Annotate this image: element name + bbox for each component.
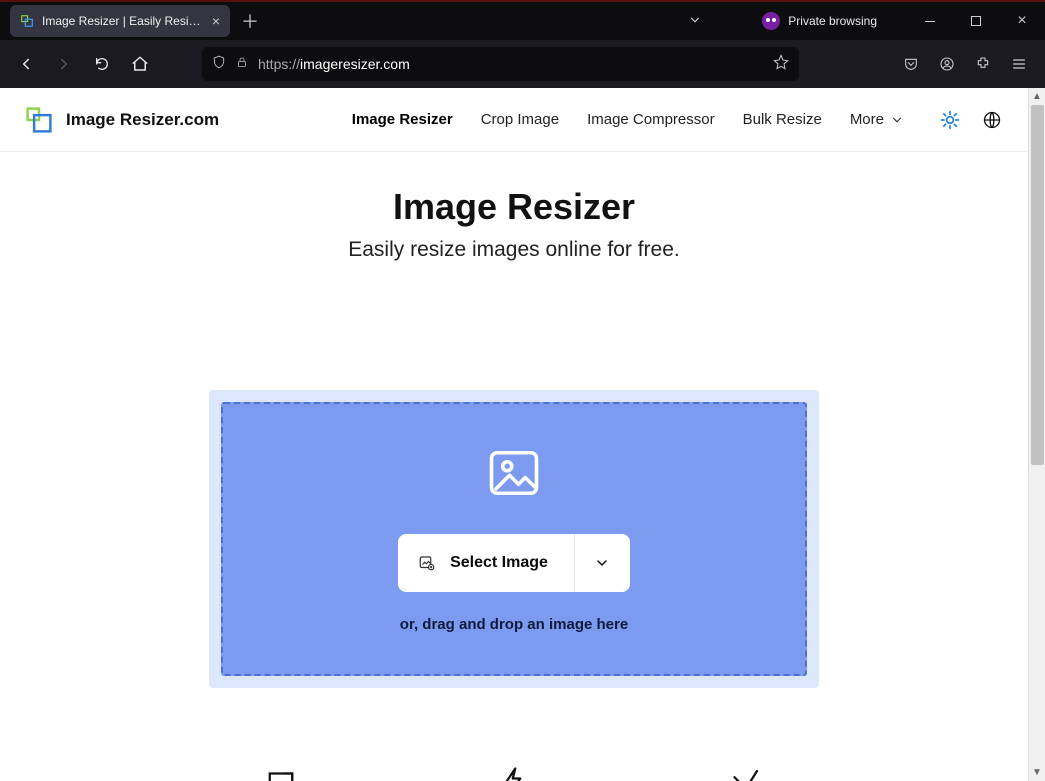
tab-title: Image Resizer | Easily Resize Ima (42, 14, 204, 28)
scrollbar-down-icon[interactable]: ▼ (1029, 764, 1045, 781)
tab-favicon-icon (20, 14, 34, 28)
chevron-down-icon (890, 113, 904, 127)
scrollbar-up-icon[interactable]: ▲ (1029, 88, 1045, 105)
logo-text: Image Resizer.com (66, 110, 219, 130)
url-host: imageresizer.com (300, 56, 410, 72)
pick-file-icon (418, 554, 436, 572)
browser-tab[interactable]: Image Resizer | Easily Resize Ima × (10, 5, 230, 37)
browser-titlebar: Image Resizer | Easily Resize Ima × ＋ Pr… (0, 0, 1045, 40)
tabs-dropdown-icon[interactable] (688, 13, 702, 30)
private-browsing-label: Private browsing (788, 14, 877, 28)
hero: Image Resizer Easily resize images onlin… (0, 186, 1028, 262)
app-menu-icon[interactable] (1003, 48, 1035, 80)
nav-forward-button[interactable] (48, 48, 80, 80)
url-text: https://imageresizer.com (258, 56, 410, 72)
nav-more-label: More (850, 111, 884, 128)
select-image-label: Select Image (450, 554, 548, 572)
nav-crop-image[interactable]: Crop Image (481, 111, 559, 128)
page-content: Image Resizer.com Image Resizer Crop Ima… (0, 88, 1028, 781)
site-header: Image Resizer.com Image Resizer Crop Ima… (0, 88, 1028, 152)
url-prefix: https:// (258, 56, 300, 72)
select-image-dropdown[interactable] (574, 534, 630, 592)
extensions-icon[interactable] (967, 48, 999, 80)
nav-back-button[interactable] (10, 48, 42, 80)
dropzone[interactable]: Select Image or, drag and drop an image … (221, 402, 807, 676)
dropzone-hint: or, drag and drop an image here (400, 616, 628, 633)
site-nav: Image Resizer Crop Image Image Compresso… (352, 111, 904, 128)
window-minimize-button[interactable] (907, 1, 953, 41)
account-icon[interactable] (931, 48, 963, 80)
nav-image-compressor[interactable]: Image Compressor (587, 111, 715, 128)
page-scrollbar[interactable]: ▲ ▼ (1028, 88, 1045, 781)
language-globe-icon[interactable] (982, 110, 1002, 130)
theme-toggle-icon[interactable] (940, 110, 960, 130)
lock-icon[interactable] (236, 55, 248, 74)
feature-row (164, 766, 864, 781)
nav-image-resizer[interactable]: Image Resizer (352, 111, 453, 128)
scrollbar-thumb[interactable] (1031, 105, 1044, 465)
nav-home-button[interactable] (124, 48, 156, 80)
shield-icon[interactable] (212, 54, 226, 75)
browser-toolbar: https://imageresizer.com (0, 40, 1045, 88)
chevron-down-icon (594, 555, 610, 571)
window-close-button[interactable]: × (999, 1, 1045, 41)
tab-close-icon[interactable]: × (212, 13, 220, 29)
window-maximize-button[interactable] (953, 1, 999, 41)
feature-speed-icon (499, 766, 529, 781)
select-image-button[interactable]: Select Image (398, 534, 574, 592)
page-title: Image Resizer (0, 186, 1028, 228)
dropzone-container: Select Image or, drag and drop an image … (209, 390, 819, 688)
private-browsing-badge: Private browsing (762, 12, 877, 30)
new-tab-button[interactable]: ＋ (236, 7, 264, 35)
nav-bulk-resize[interactable]: Bulk Resize (743, 111, 822, 128)
feature-quality-icon (732, 766, 762, 781)
mask-icon (762, 12, 780, 30)
nav-reload-button[interactable] (86, 48, 118, 80)
image-placeholder-icon (487, 446, 541, 500)
feature-resize-icon (266, 766, 296, 781)
pocket-icon[interactable] (895, 48, 927, 80)
nav-more[interactable]: More (850, 111, 904, 128)
url-bar[interactable]: https://imageresizer.com (202, 47, 799, 81)
site-logo[interactable]: Image Resizer.com (26, 107, 219, 133)
page-subtitle: Easily resize images online for free. (0, 238, 1028, 262)
bookmark-star-icon[interactable] (773, 54, 789, 75)
logo-icon (26, 107, 52, 133)
page-viewport: Image Resizer.com Image Resizer Crop Ima… (0, 88, 1045, 781)
